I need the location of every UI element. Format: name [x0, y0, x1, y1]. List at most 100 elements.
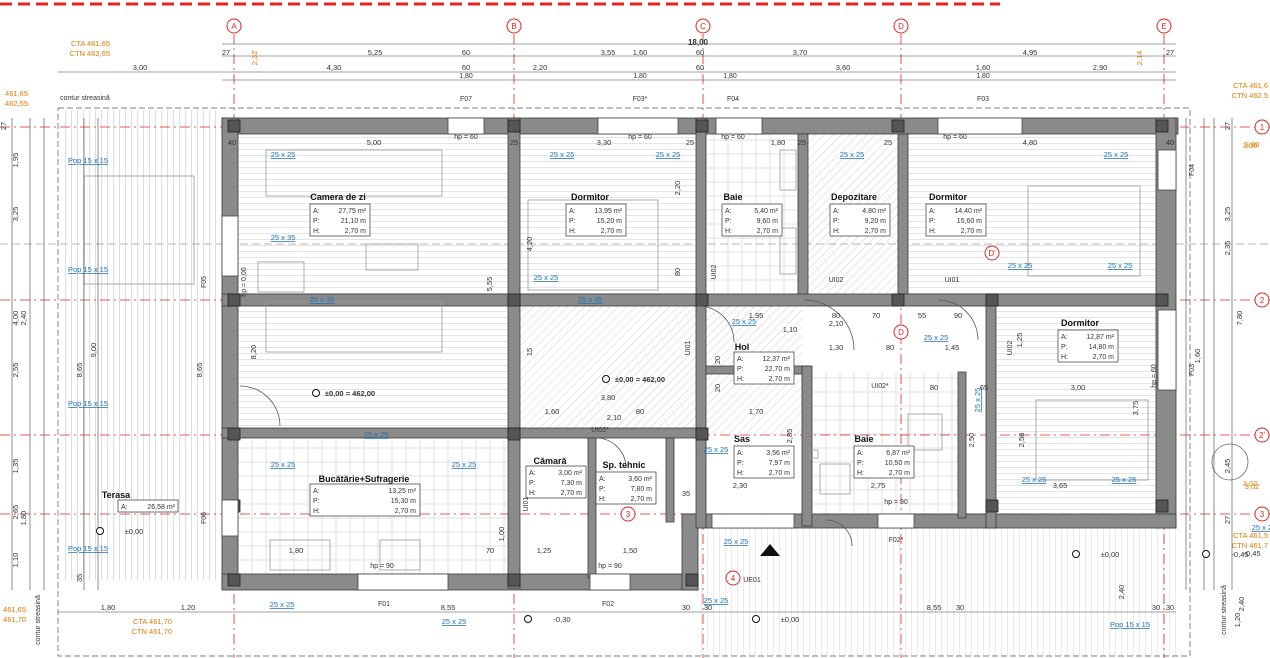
- axis-label: D': [988, 249, 996, 258]
- inner-dimension: 70: [486, 546, 494, 555]
- window: [1157, 149, 1177, 191]
- dimension-text: 60: [696, 48, 704, 57]
- room-key: H:: [737, 376, 744, 383]
- parapet-height: hp = 90: [884, 499, 908, 506]
- column-size: 25 x 25: [534, 273, 559, 282]
- dimension-text: 1,20: [181, 603, 196, 612]
- inner-dimension: 80: [886, 343, 894, 352]
- opening-code: UI02: [711, 265, 718, 280]
- level-text: 2,32: [250, 51, 259, 66]
- column-size: 25 x 25: [452, 460, 477, 469]
- room-value: 2,70 m: [889, 470, 911, 477]
- room-value: 2,70 m: [561, 490, 583, 497]
- inner-dimension: 30: [956, 603, 964, 612]
- column-size: 25 x 25: [1008, 261, 1033, 270]
- inner-dimension: 1,80: [771, 138, 786, 147]
- level-text: 2,14: [1135, 51, 1144, 66]
- dimension-text: 9,00: [89, 343, 98, 358]
- inner-dimension: 1,80: [289, 546, 304, 555]
- dimension-text: 60: [696, 63, 704, 72]
- dimension-text: 3,70: [793, 48, 808, 57]
- inner-dimension: 1,95: [749, 311, 764, 320]
- column-size: 25 x 25: [704, 445, 729, 454]
- inner-dimension: 1,25: [1015, 333, 1024, 348]
- level-value: ±0,00: [781, 615, 800, 624]
- opening-code: UE01: [743, 577, 761, 584]
- room-value: 13,95 m²: [594, 208, 622, 215]
- room-name: Hol: [735, 342, 750, 352]
- dimension-text: 5,25: [368, 48, 383, 57]
- opening-code: F03: [1189, 364, 1196, 376]
- opening-code: F03: [977, 96, 989, 103]
- inner-dimension: 25: [798, 138, 806, 147]
- dimension-text: 1,10: [11, 553, 20, 568]
- room-name: Depozitare: [831, 192, 877, 202]
- inner-dimension: 80: [636, 407, 644, 416]
- column: [227, 427, 241, 441]
- room-key: P:: [857, 460, 864, 467]
- room-name: Sas: [734, 434, 750, 444]
- inner-dimension: 20: [713, 384, 722, 392]
- room-key: A:: [833, 208, 840, 215]
- window: [447, 117, 485, 135]
- room-value: 12,37 m²: [762, 356, 790, 363]
- room-key: A:: [1061, 334, 1068, 341]
- column: [685, 573, 699, 587]
- column: [695, 293, 709, 307]
- room-key: A:: [599, 476, 606, 483]
- axis-label: 1: [1260, 123, 1265, 132]
- ctn-tag: CTN 462,5: [1232, 91, 1268, 100]
- ctn-tag: CTN 462,65: [70, 49, 110, 58]
- room-key: H:: [725, 228, 732, 235]
- ctn-tag: CTN 461,70: [132, 627, 172, 636]
- dimension-text: 1,95: [11, 153, 20, 168]
- dimension-text: 1,20: [1233, 613, 1242, 628]
- room-key: P:: [929, 218, 936, 225]
- dimension-text: 30: [682, 603, 690, 612]
- ctn-tag: CTN 461,7: [1232, 541, 1268, 550]
- room-name: Bucătărie+Sufragerie: [319, 474, 410, 484]
- inner-dimension: 3,00: [1071, 383, 1086, 392]
- column-size: 25 x 25: [1112, 475, 1137, 484]
- room-value: 4,80 m²: [862, 208, 886, 215]
- column-size: 25 x 35: [310, 295, 335, 304]
- room-value: 13,25 m²: [388, 488, 416, 495]
- dimension-text: 35: [75, 574, 84, 582]
- inner-dimension: 25: [686, 138, 694, 147]
- room-value: 2,70 m: [865, 228, 887, 235]
- room-key: A:: [529, 470, 536, 477]
- column-size: 25 x 25: [724, 537, 749, 546]
- room-value: 2,70 m: [757, 228, 779, 235]
- room-key: H:: [569, 228, 576, 235]
- cta-tag: CTA 461,70: [133, 617, 172, 626]
- column-size: 25 x 25: [271, 150, 296, 159]
- dimension-text: 1,60: [633, 48, 648, 57]
- column-size: 25 x 25: [1104, 150, 1129, 159]
- dimension-text: 27: [1223, 516, 1232, 524]
- room-name: Baie: [854, 434, 873, 444]
- dimension-text: 1,80: [19, 511, 28, 526]
- room-key: P:: [599, 486, 606, 493]
- room-value: 7,30 m: [561, 480, 583, 487]
- opening-code: UI01: [523, 497, 530, 512]
- dimension-text: 27: [1223, 122, 1232, 130]
- room-value: 2,70 m: [769, 470, 791, 477]
- inner-dimension: 2,40: [1117, 585, 1126, 600]
- window: [937, 117, 1023, 135]
- inner-dimension: 35: [682, 489, 690, 498]
- level-symbol: [602, 375, 610, 383]
- dimension-text: 3,00: [133, 63, 148, 72]
- cta-tag: 461,65: [5, 89, 28, 98]
- column-size: 25 x 35: [578, 295, 603, 304]
- room-key: A:: [725, 208, 732, 215]
- pillar-size: Pop 15 x 15: [68, 265, 108, 274]
- column: [891, 293, 905, 307]
- window: [877, 513, 915, 529]
- wall-segment: [587, 437, 597, 579]
- room-key: A:: [929, 208, 936, 215]
- inner-dimension: 1,10: [783, 325, 798, 334]
- room-value: 12,87 m²: [1086, 334, 1114, 341]
- opening-code: UI02: [1007, 341, 1014, 356]
- room-key: A:: [313, 208, 320, 215]
- window: [357, 573, 449, 591]
